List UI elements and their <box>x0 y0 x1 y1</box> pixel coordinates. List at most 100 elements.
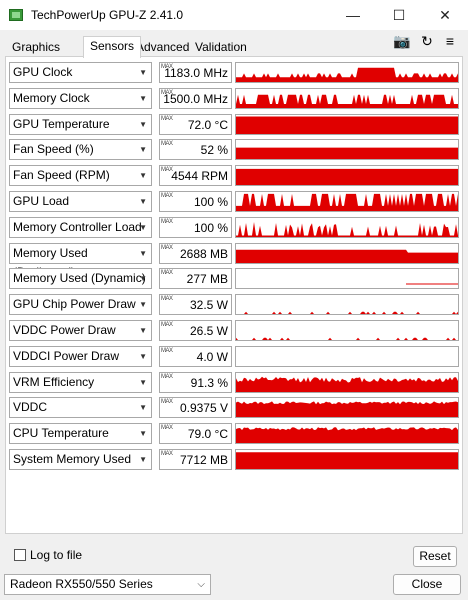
dropdown-arrow-icon[interactable]: ▼ <box>139 140 147 159</box>
sensor-label[interactable]: Memory Used (Dedicated)▼ <box>9 243 152 279</box>
sensor-label[interactable]: Memory Controller Load ▼ <box>9 217 152 238</box>
sensor-row: VDDC Power Draw ▼ MAX 26.5 W <box>9 320 459 341</box>
sensor-value-box: MAX 1500.0 MHz <box>159 88 232 109</box>
sensor-label[interactable]: Memory Clock ▼ <box>9 88 152 109</box>
sensor-graph <box>235 397 459 418</box>
sensor-label-text: Memory Used (Dynamic) <box>13 271 146 285</box>
graph-fill <box>236 452 458 469</box>
sensor-label-text: Fan Speed (RPM) <box>13 168 110 182</box>
sensor-label[interactable]: Fan Speed (RPM) ▼ <box>9 165 152 186</box>
sensor-value: 7712 MB <box>179 453 228 467</box>
sensor-label[interactable]: VRM Efficiency ▼ <box>9 372 152 393</box>
sensor-label[interactable]: GPU Chip Power Draw ▼ <box>9 294 152 315</box>
sensor-graph <box>235 346 459 367</box>
sensor-row: VDDC ▼ MAX 0.9375 V <box>9 397 459 418</box>
reset-button[interactable]: Reset <box>413 546 457 567</box>
sensor-graph <box>235 191 459 212</box>
sensor-row: GPU Clock ▼ MAX 1183.0 MHz <box>9 62 459 83</box>
sensor-graph <box>235 320 459 341</box>
sensor-value: 26.5 W <box>189 324 228 338</box>
max-indicator: MAX <box>161 219 173 225</box>
sensor-label[interactable]: Memory Used (Dynamic) ▼ <box>9 268 152 289</box>
dropdown-arrow-icon[interactable]: ▼ <box>139 424 147 443</box>
graph-fill <box>236 376 458 392</box>
sensor-label[interactable]: CPU Temperature ▼ <box>9 423 152 444</box>
dropdown-arrow-icon[interactable]: ▼ <box>139 63 147 82</box>
sensor-value: 52 % <box>200 143 228 157</box>
sensor-label[interactable]: GPU Temperature ▼ <box>9 114 152 135</box>
sensor-label[interactable]: VDDCI Power Draw ▼ <box>9 346 152 367</box>
tab-graphics-card[interactable]: Graphics Card <box>6 38 67 72</box>
sensor-row: Memory Used (Dynamic) ▼ MAX 277 MB <box>9 268 459 289</box>
dropdown-arrow-icon[interactable]: ▼ <box>139 373 147 392</box>
sensor-graph <box>235 294 459 315</box>
tab-validation[interactable]: Validation <box>189 38 253 56</box>
dropdown-arrow-icon[interactable]: ▼ <box>139 347 147 366</box>
dropdown-arrow-icon[interactable]: ▼ <box>139 450 147 469</box>
max-indicator: MAX <box>161 322 173 328</box>
sensor-label[interactable]: GPU Load ▼ <box>9 191 152 212</box>
dropdown-arrow-icon[interactable]: ▼ <box>139 192 147 211</box>
sensor-value-box: MAX 100 % <box>159 217 232 238</box>
sensor-label-text: GPU Clock <box>13 65 73 79</box>
sensor-label-text: GPU Load <box>13 194 70 208</box>
dropdown-arrow-icon[interactable]: ▼ <box>139 218 147 237</box>
dropdown-arrow-icon[interactable]: ▼ <box>139 166 147 185</box>
dropdown-arrow-icon[interactable]: ▼ <box>139 244 147 263</box>
dropdown-arrow-icon[interactable]: ▼ <box>139 269 147 288</box>
close-window-button[interactable]: ✕ <box>422 0 468 30</box>
sensor-value: 0.9375 V <box>179 401 228 415</box>
sensor-graph-plot <box>236 193 458 211</box>
sensor-value-box: MAX 52 % <box>159 139 232 160</box>
dropdown-arrow-icon[interactable]: ▼ <box>139 398 147 417</box>
menu-icon[interactable]: ≡ <box>441 33 459 49</box>
max-indicator: MAX <box>161 141 173 147</box>
graph-fill <box>236 193 458 211</box>
dropdown-arrow-icon[interactable]: ▼ <box>139 115 147 134</box>
dropdown-arrow-icon[interactable]: ▼ <box>139 295 147 314</box>
sensor-row: Fan Speed (RPM) ▼ MAX 4544 RPM <box>9 165 459 186</box>
maximize-button[interactable]: ☐ <box>376 0 422 30</box>
sensor-graph <box>235 88 459 109</box>
sensor-row: System Memory Used ▼ MAX 7712 MB <box>9 449 459 470</box>
sensor-value-box: MAX 26.5 W <box>159 320 232 341</box>
graph-fill <box>236 337 458 340</box>
sensor-label[interactable]: VDDC ▼ <box>9 397 152 418</box>
max-indicator: MAX <box>161 451 173 457</box>
sensor-graph <box>235 243 459 264</box>
sensor-label[interactable]: System Memory Used ▼ <box>9 449 152 470</box>
max-indicator: MAX <box>161 348 173 354</box>
device-select-value: Radeon RX550/550 Series <box>10 577 153 591</box>
sensor-row: CPU Temperature ▼ MAX 79.0 °C <box>9 423 459 444</box>
max-indicator: MAX <box>161 245 173 251</box>
sensor-label[interactable]: GPU Clock ▼ <box>9 62 152 83</box>
sensor-row: Memory Clock ▼ MAX 1500.0 MHz <box>9 88 459 109</box>
max-indicator: MAX <box>161 296 173 302</box>
sensor-label-text: VRM Efficiency <box>13 375 95 389</box>
dropdown-arrow-icon[interactable]: ▼ <box>139 321 147 340</box>
sensor-label-text: VDDC <box>13 400 48 414</box>
log-to-file-label: Log to file <box>30 548 83 562</box>
sensor-value-box: MAX 79.0 °C <box>159 423 232 444</box>
sensor-value-box: MAX 2688 MB <box>159 243 232 264</box>
sensor-label-text: Memory Controller Load <box>13 220 142 234</box>
sensor-label-text: System Memory Used <box>13 452 132 466</box>
graph-fill <box>236 67 458 82</box>
sensor-row: VDDCI Power Draw ▼ MAX 4.0 W <box>9 346 459 367</box>
close-button[interactable]: Close <box>393 574 461 595</box>
minimize-button[interactable]: — <box>330 0 376 30</box>
sensor-label-text: GPU Chip Power Draw <box>13 297 136 311</box>
device-select[interactable]: Radeon RX550/550 Series ⌵ <box>4 574 211 595</box>
max-indicator: MAX <box>161 374 173 380</box>
sensor-label-text: VDDCI Power Draw <box>13 349 120 363</box>
sensor-label[interactable]: Fan Speed (%) ▼ <box>9 139 152 160</box>
sensor-graph-plot <box>236 427 458 443</box>
sensor-label[interactable]: VDDC Power Draw ▼ <box>9 320 152 341</box>
refresh-icon[interactable]: ↻ <box>418 33 436 49</box>
sensor-label-text: CPU Temperature <box>13 426 109 440</box>
tab-sensors[interactable]: Sensors <box>83 36 142 58</box>
dropdown-arrow-icon[interactable]: ▼ <box>139 89 147 108</box>
log-to-file-checkbox[interactable] <box>14 549 26 561</box>
sensor-graph-plot <box>406 283 458 285</box>
camera-icon[interactable]: 📷 <box>393 33 411 49</box>
